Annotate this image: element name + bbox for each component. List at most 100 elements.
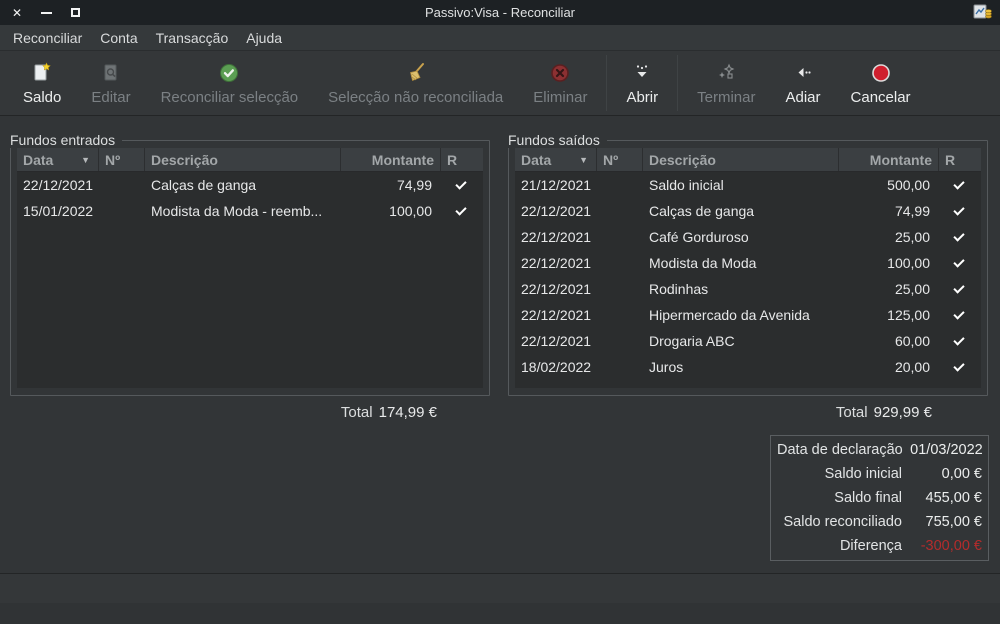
window-title: Passivo:Visa - Reconciliar: [0, 5, 1000, 20]
unreconcile-selection-button-label: Selecção não reconciliada: [328, 89, 503, 106]
statement-date-label: Data de declaração: [777, 438, 903, 462]
table-row[interactable]: 22/12/2021 Rodinhas 25,00: [515, 276, 981, 302]
column-header-date[interactable]: Data▼: [515, 148, 597, 171]
new-balance-icon: [30, 61, 54, 85]
funds-out-title: Fundos saídos: [508, 132, 607, 148]
table-row[interactable]: 21/12/2021 Saldo inicial 500,00: [515, 172, 981, 198]
content-area: Fundos entrados Data▼ Nº Descrição Monta…: [0, 116, 1000, 624]
funds-in-total: Total174,99 €: [10, 404, 437, 424]
reconcile-selection-button: Reconciliar selecção: [146, 54, 314, 112]
table-row[interactable]: 22/12/2021 Café Gorduroso 25,00: [515, 224, 981, 250]
unreconcile-selection-button: Selecção não reconciliada: [313, 54, 518, 112]
desc-cell: Modista da Moda - reemb...: [145, 203, 341, 219]
cancel-stop-icon: [869, 61, 893, 85]
date-cell: 22/12/2021: [515, 281, 597, 297]
difference-label: Diferença: [777, 534, 902, 558]
funds-out-header: Data▼ Nº Descrição Montante R: [515, 148, 981, 172]
funds-out-table: Data▼ Nº Descrição Montante R 21/12/2021…: [515, 148, 981, 388]
menu-bar: Reconciliar Conta Transacção Ajuda: [0, 25, 1000, 51]
table-row[interactable]: 18/02/2022 Juros 20,00: [515, 354, 981, 380]
menu-ajuda[interactable]: Ajuda: [237, 27, 291, 49]
funds-in-title: Fundos entrados: [10, 132, 122, 148]
starting-balance-value: 0,00 €: [904, 462, 982, 486]
table-row[interactable]: 22/12/2021 Calças de ganga 74,99: [515, 198, 981, 224]
menu-transaccao[interactable]: Transacção: [147, 27, 238, 49]
amount-cell: 60,00: [839, 333, 939, 349]
minimize-window-icon[interactable]: [39, 6, 53, 20]
balance-button[interactable]: Saldo: [8, 54, 76, 112]
cancel-button[interactable]: Cancelar: [836, 54, 926, 112]
column-header-desc[interactable]: Descrição: [145, 148, 341, 171]
table-row[interactable]: 22/12/2021 Modista da Moda 100,00: [515, 250, 981, 276]
desc-cell: Drogaria ABC: [643, 333, 839, 349]
reconciled-balance-value: 755,00 €: [904, 510, 982, 534]
ending-balance-value: 455,00 €: [904, 486, 982, 510]
status-bar: [0, 574, 1000, 624]
close-window-icon[interactable]: ✕: [10, 6, 24, 20]
statement-date-row: Data de declaração 01/03/2022: [777, 438, 982, 462]
open-button[interactable]: Abrir: [611, 54, 673, 112]
open-arrow-icon: [630, 61, 654, 85]
statusbar-strip: [0, 603, 1000, 624]
table-row[interactable]: 22/12/2021 Calças de ganga 74,99: [17, 172, 483, 198]
delete-icon: [548, 61, 572, 85]
reconciled-balance-row: Saldo reconciliado 755,00 €: [777, 510, 982, 534]
funds-in-total-value: 174,99 €: [379, 404, 437, 421]
toolbar: Saldo Editar Reconciliar selecção S: [0, 51, 1000, 116]
desc-cell: Rodinhas: [643, 281, 839, 297]
postpone-button[interactable]: Adiar: [770, 54, 835, 112]
table-row[interactable]: 22/12/2021 Hipermercado da Avenida 125,0…: [515, 302, 981, 328]
starting-balance-row: Saldo inicial 0,00 €: [777, 462, 982, 486]
column-header-num[interactable]: Nº: [99, 148, 145, 171]
toolbar-separator: [606, 55, 607, 111]
statement-date-value: 01/03/2022: [905, 438, 983, 462]
column-header-rec[interactable]: R: [441, 148, 483, 171]
column-header-amount[interactable]: Montante: [839, 148, 939, 171]
finish-button-label: Terminar: [697, 89, 755, 106]
amount-cell: 20,00: [839, 359, 939, 375]
column-header-date[interactable]: Data▼: [17, 148, 99, 171]
column-header-desc[interactable]: Descrição: [643, 148, 839, 171]
titlebar: ✕ Passivo:Visa - Reconciliar: [0, 0, 1000, 25]
funds-in-frame: Fundos entrados Data▼ Nº Descrição Monta…: [10, 130, 490, 396]
amount-cell: 25,00: [839, 281, 939, 297]
date-cell: 22/12/2021: [17, 177, 99, 193]
column-header-amount[interactable]: Montante: [341, 148, 441, 171]
date-cell: 22/12/2021: [515, 229, 597, 245]
funds-out-frame: Fundos saídos Data▼ Nº Descrição Montant…: [508, 130, 988, 396]
edit-button: Editar: [76, 54, 145, 112]
postpone-arrow-icon: [791, 61, 815, 85]
funds-out-box: Data▼ Nº Descrição Montante R 21/12/2021…: [508, 140, 988, 396]
delete-button-label: Eliminar: [533, 89, 587, 106]
edit-button-label: Editar: [91, 89, 130, 106]
amount-cell: 100,00: [839, 255, 939, 271]
date-cell: 21/12/2021: [515, 177, 597, 193]
difference-row: Diferença -300,00 €: [777, 534, 982, 558]
difference-value: -300,00 €: [904, 534, 982, 558]
menu-conta[interactable]: Conta: [91, 27, 146, 49]
open-button-label: Abrir: [626, 89, 658, 106]
table-row[interactable]: 15/01/2022 Modista da Moda - reemb... 10…: [17, 198, 483, 224]
date-cell: 15/01/2022: [17, 203, 99, 219]
menu-reconciliar[interactable]: Reconciliar: [4, 27, 91, 49]
funds-in-header: Data▼ Nº Descrição Montante R: [17, 148, 483, 172]
sort-descending-icon: ▼: [81, 155, 92, 165]
desc-cell: Saldo inicial: [643, 177, 839, 193]
funds-out-total-label: Total: [836, 404, 868, 421]
edit-document-icon: [99, 61, 123, 85]
balance-button-label: Saldo: [23, 89, 61, 106]
date-cell: 18/02/2022: [515, 359, 597, 375]
desc-cell: Hipermercado da Avenida: [643, 307, 839, 323]
table-row[interactable]: 22/12/2021 Drogaria ABC 60,00: [515, 328, 981, 354]
funds-out-total-value: 929,99 €: [874, 404, 932, 421]
maximize-window-icon[interactable]: [68, 6, 82, 20]
amount-cell: 74,99: [839, 203, 939, 219]
desc-cell: Calças de ganga: [145, 177, 341, 193]
desc-cell: Calças de ganga: [643, 203, 839, 219]
reconcile-window: ✕ Passivo:Visa - Reconciliar Reconciliar…: [0, 0, 1000, 624]
amount-cell: 100,00: [341, 203, 441, 219]
column-header-rec[interactable]: R: [939, 148, 981, 171]
column-header-num[interactable]: Nº: [597, 148, 643, 171]
starting-balance-label: Saldo inicial: [777, 462, 902, 486]
postpone-button-label: Adiar: [785, 89, 820, 106]
